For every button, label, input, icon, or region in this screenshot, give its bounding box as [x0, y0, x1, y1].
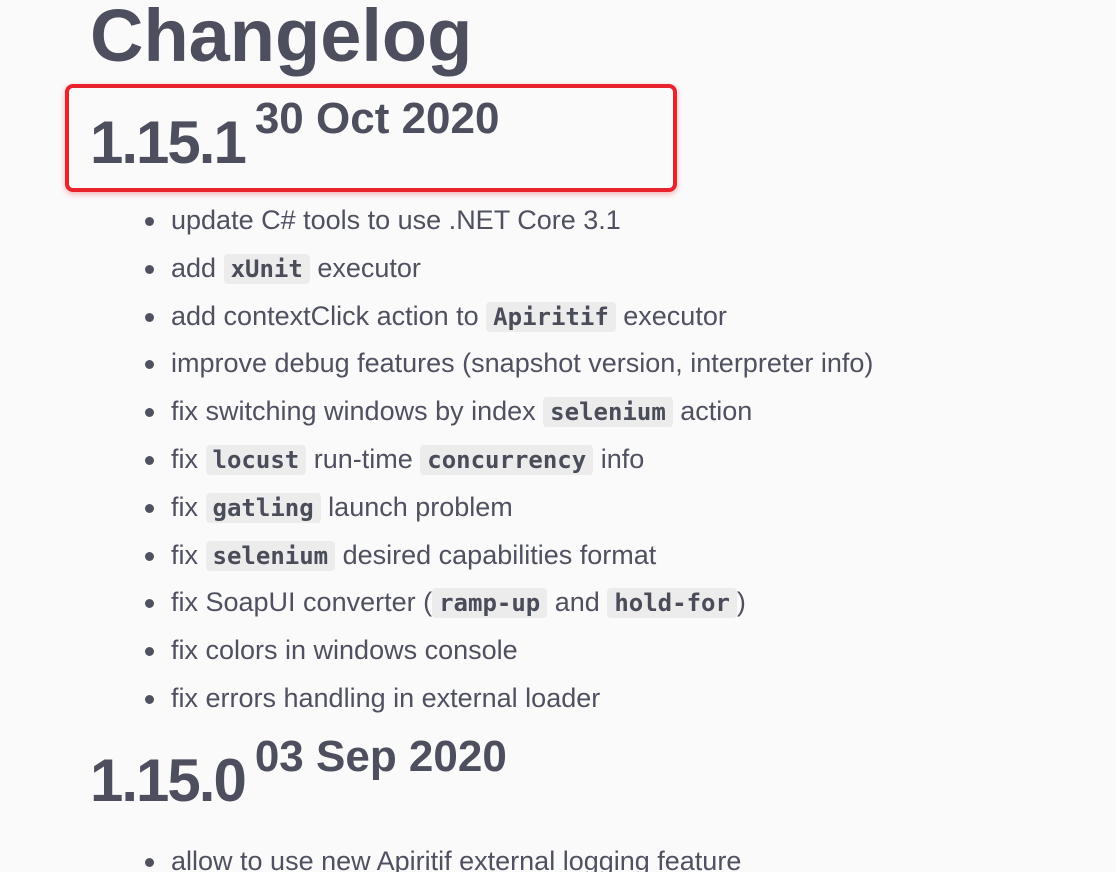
inline-code: gatling: [205, 492, 321, 523]
inline-code: selenium: [543, 397, 673, 428]
change-text: info: [593, 443, 645, 474]
change-text: and: [547, 587, 608, 618]
change-text: fix SoapUI converter (: [171, 587, 433, 618]
change-text: improve debug features (snapshot version…: [171, 348, 874, 379]
list-item: improve debug features (snapshot version…: [142, 340, 873, 388]
change-text: executor: [615, 300, 727, 331]
release-heading-1-15-1: 1.15.1 30 Oct 2020: [90, 94, 499, 177]
release-date: 30 Oct 2020: [254, 94, 500, 143]
list-item: update C# tools to use .NET Core 3.1: [142, 197, 873, 245]
inline-code: concurrency: [420, 444, 594, 475]
list-item: fix gatling launch problem: [142, 484, 873, 532]
list-item: fix selenium desired capabilities format: [142, 532, 873, 580]
change-text: update C# tools to use .NET Core 3.1: [171, 205, 621, 235]
change-text: fix: [171, 443, 206, 474]
change-text: executor: [309, 252, 421, 283]
list-item: fix locust run-time concurrency info: [142, 436, 873, 484]
list-item: add xUnit executor: [142, 245, 873, 293]
change-text: fix: [171, 491, 206, 522]
change-text: launch problem: [320, 491, 513, 522]
change-text: action: [672, 396, 753, 427]
list-item: fix colors in windows console: [142, 627, 873, 675]
list-item: add contextClick action to Apiritif exec…: [142, 293, 873, 341]
page-title: Changelog: [90, 0, 473, 77]
change-text: fix errors handling in external loader: [171, 682, 601, 713]
change-text: add contextClick action to: [171, 300, 487, 331]
change-text: fix switching windows by index: [171, 396, 544, 427]
list-item: fix switching windows by index selenium …: [142, 388, 873, 436]
change-text: fix: [171, 539, 206, 570]
list-item: fix errors handling in external loader: [142, 675, 873, 723]
inline-code: locust: [205, 444, 307, 475]
change-text: run-time: [306, 443, 421, 474]
list-item: allow to use new Apiritif external loggi…: [142, 838, 741, 872]
change-text: add: [171, 252, 224, 283]
inline-code: hold-for: [607, 588, 737, 619]
change-text: desired capabilities format: [335, 539, 657, 570]
inline-code: selenium: [205, 540, 336, 571]
inline-code: xUnit: [223, 253, 310, 284]
list-item: fix SoapUI converter (ramp-up and hold-f…: [142, 579, 873, 627]
release-version: 1.15.1: [90, 109, 247, 176]
change-list-1-15-0: allow to use new Apiritif external loggi…: [142, 838, 741, 872]
change-text: ): [736, 587, 746, 618]
inline-code: ramp-up: [432, 588, 548, 619]
change-text: allow to use new Apiritif external loggi…: [171, 846, 742, 872]
release-date: 03 Sep 2020: [254, 732, 507, 781]
release-version: 1.15.0: [90, 747, 247, 814]
change-list-1-15-1: update C# tools to use .NET Core 3.1 add…: [142, 197, 873, 723]
release-heading-1-15-0: 1.15.0 03 Sep 2020: [90, 732, 507, 815]
change-text: fix colors in windows console: [171, 635, 518, 666]
inline-code: Apiritif: [486, 301, 616, 332]
